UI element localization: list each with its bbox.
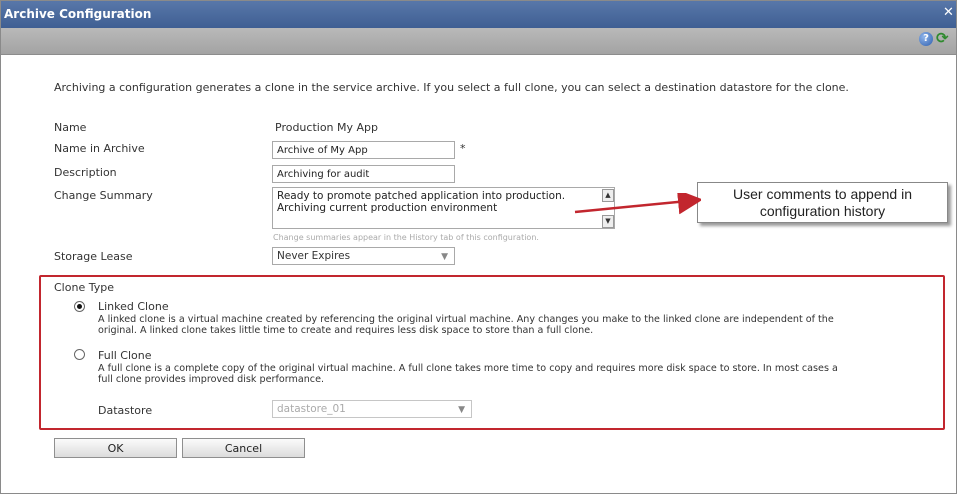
datastore-label: Datastore <box>98 404 153 417</box>
linked-clone-radio[interactable] <box>74 301 85 312</box>
toolbar: ? ⟳ <box>1 28 956 55</box>
change-summary-line: Archiving current production environment <box>277 202 498 214</box>
dialog-title: Archive Configuration <box>4 7 152 21</box>
change-summary-line: Ready to promote patched application int… <box>277 190 566 202</box>
storage-lease-select[interactable]: Never Expires ▼ <box>272 247 455 265</box>
name-label: Name <box>54 121 87 134</box>
close-icon[interactable]: ✕ <box>943 6 955 20</box>
callout-line: User comments to append in <box>733 186 912 202</box>
storage-lease-value: Never Expires <box>277 250 351 262</box>
description-line: original. A linked clone takes little ti… <box>98 325 594 336</box>
description-label: Description <box>54 166 117 179</box>
annotation-callout: User comments to append in configuration… <box>697 182 948 223</box>
change-summary-label: Change Summary <box>54 189 153 202</box>
name-in-archive-input[interactable]: Archive of My App <box>272 141 455 159</box>
description-input[interactable]: Archiving for audit <box>272 165 455 183</box>
help-icon[interactable]: ? <box>919 32 933 46</box>
intro-text: Archiving a configuration generates a cl… <box>54 81 849 94</box>
full-clone-radio[interactable] <box>74 349 85 360</box>
clone-type-group <box>39 275 945 430</box>
linked-clone-description: A linked clone is a virtual machine crea… <box>98 314 938 336</box>
name-value: Production My App <box>275 121 379 134</box>
datastore-select[interactable]: datastore_01 ▼ <box>272 400 472 418</box>
clone-type-title: Clone Type <box>54 281 114 294</box>
datastore-value: datastore_01 <box>277 403 346 415</box>
title-bar: Archive Configuration ✕ <box>1 1 956 28</box>
description-line: A linked clone is a virtual machine crea… <box>98 314 834 325</box>
callout-arrow-icon <box>574 193 701 215</box>
name-in-archive-label: Name in Archive <box>54 142 145 155</box>
archive-configuration-dialog: Archive Configuration ✕ ? ⟳ Archiving a … <box>0 0 957 494</box>
required-mark: * <box>460 142 466 155</box>
refresh-icon[interactable]: ⟳ <box>936 31 951 46</box>
full-clone-label: Full Clone <box>98 349 152 362</box>
full-clone-description: A full clone is a complete copy of the o… <box>98 363 938 385</box>
storage-lease-label: Storage Lease <box>54 250 133 263</box>
chevron-down-icon: ▼ <box>458 405 465 415</box>
chevron-down-icon: ▼ <box>441 252 448 262</box>
cancel-button[interactable]: Cancel <box>182 438 305 458</box>
ok-button[interactable]: OK <box>54 438 177 458</box>
description-line: A full clone is a complete copy of the o… <box>98 363 838 374</box>
change-summary-hint: Change summaries appear in the History t… <box>273 233 539 242</box>
change-summary-textarea[interactable]: Ready to promote patched application int… <box>272 187 615 229</box>
callout-line: configuration history <box>759 203 886 219</box>
description-line: full clone provides improved disk perfor… <box>98 374 325 385</box>
linked-clone-label: Linked Clone <box>98 300 169 313</box>
